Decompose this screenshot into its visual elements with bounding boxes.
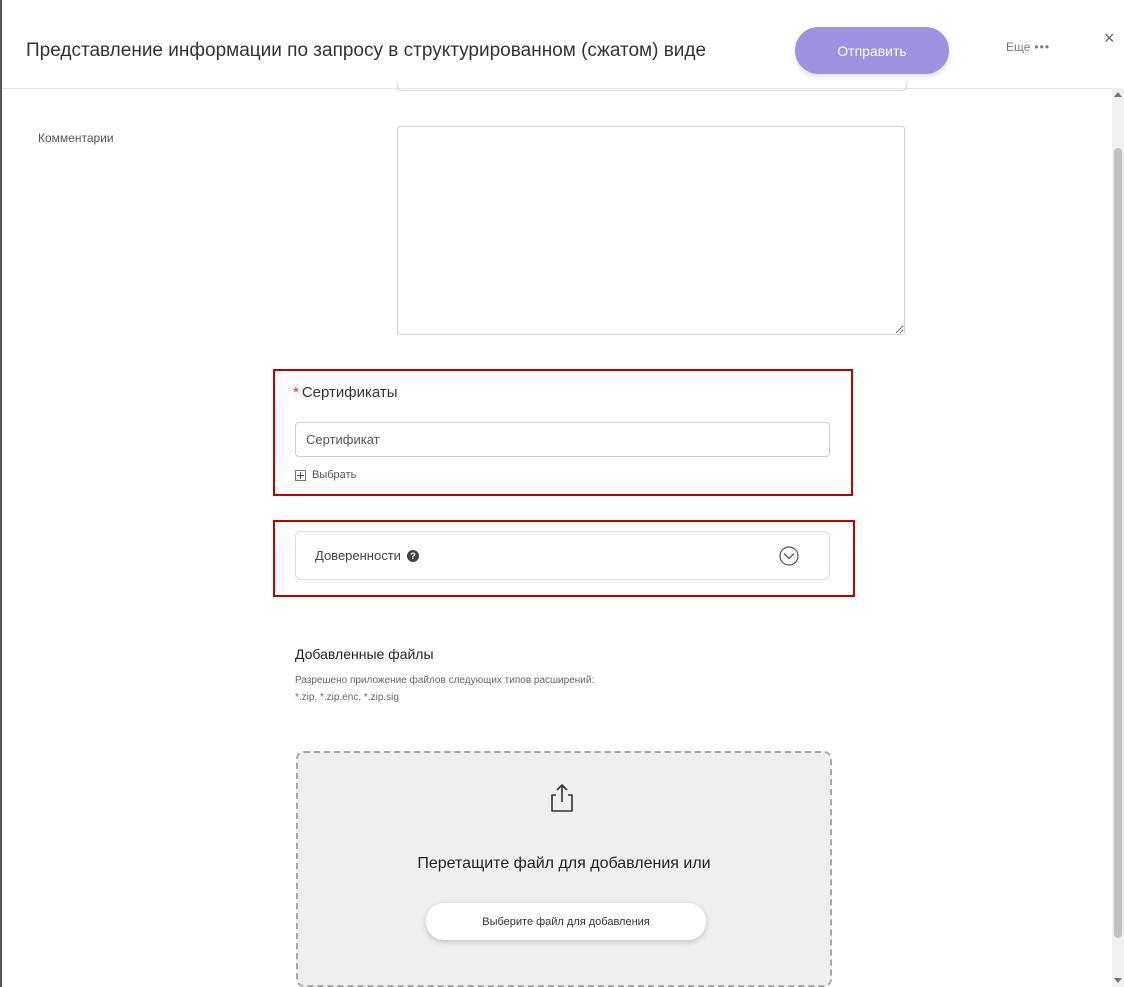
allowed-types-note: Разрешено приложение файлов следующих ти… — [295, 675, 595, 686]
trusts-header: Доверенности ? — [315, 548, 419, 563]
certificate-input[interactable] — [295, 422, 830, 457]
certificates-title-text: Сертификаты — [301, 384, 398, 401]
comments-textarea[interactable] — [397, 126, 905, 335]
trusts-label: Доверенности — [315, 548, 401, 563]
send-button[interactable]: Отправить — [795, 27, 949, 74]
plus-square-icon — [295, 469, 306, 481]
added-files-title: Добавленные файлы — [295, 646, 434, 662]
choose-certificate-button[interactable]: Выбрать — [295, 469, 356, 481]
dropzone-text: Перетащите файл для добавления или — [417, 855, 711, 872]
upload-share-icon — [551, 784, 573, 812]
more-label: Еще — [1006, 40, 1031, 54]
scrollbar-thumb[interactable] — [1114, 148, 1122, 938]
window-left-border — [0, 0, 2, 987]
allowed-extensions: *.zip, *.zip.enc, *.zip.sig — [295, 692, 399, 703]
modal-header: Представление информации по запросу в ст… — [2, 0, 1115, 89]
scroll-up-arrow-icon[interactable] — [1114, 92, 1122, 97]
certificates-title: * Сертификаты — [293, 384, 398, 401]
comments-label: Комментарии — [38, 131, 114, 145]
previous-field-edge — [397, 82, 907, 91]
required-asterisk: * — [293, 384, 299, 401]
more-menu[interactable]: Еще ••• — [1006, 40, 1050, 54]
choose-label: Выбрать — [312, 469, 357, 481]
scroll-down-arrow-icon[interactable] — [1114, 978, 1122, 983]
close-icon[interactable]: × — [1104, 28, 1115, 49]
choose-file-button[interactable]: Выберите файл для добавления — [426, 903, 706, 940]
chevron-down-circle-icon[interactable] — [779, 546, 799, 566]
more-dots-icon: ••• — [1034, 40, 1051, 54]
modal-title: Представление информации по запросу в ст… — [26, 40, 707, 61]
help-icon[interactable]: ? — [406, 549, 419, 562]
